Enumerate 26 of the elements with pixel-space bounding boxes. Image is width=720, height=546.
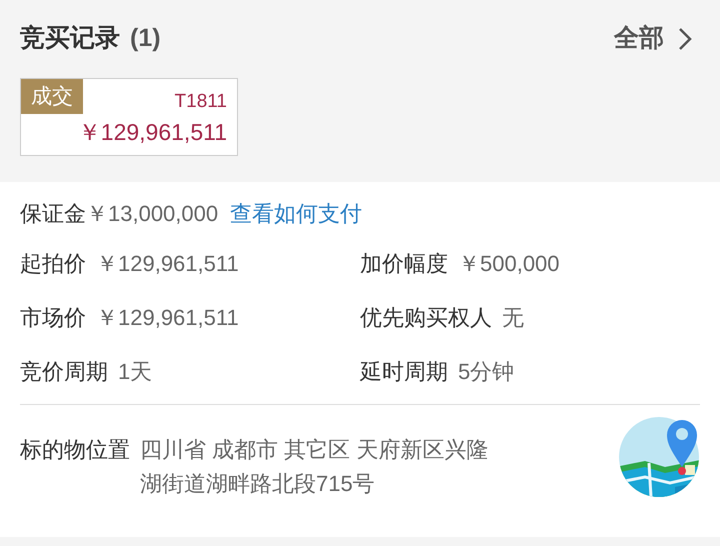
field-value: ￥13,000,000 — [86, 200, 218, 228]
section-title: 竞买记录 — [20, 23, 120, 54]
address-text: 湖街道湖畔路北段715号 — [140, 470, 376, 498]
status-badge: 成交 — [21, 78, 83, 114]
field-label: 加价幅度 — [360, 250, 448, 278]
field-value: ￥500,000 — [458, 250, 560, 278]
field-label: 标的物位置 — [20, 436, 130, 464]
record-code: T1811 — [174, 90, 227, 114]
field-label: 延时周期 — [360, 358, 448, 386]
chevron-right-icon — [678, 26, 692, 51]
field-label: 起拍价 — [20, 250, 86, 278]
field-label: 保证金 — [20, 200, 86, 228]
all-link[interactable]: 全部 — [614, 20, 700, 58]
field-value: ￥129,961,511 — [96, 304, 239, 332]
field-label: 市场价 — [20, 304, 86, 332]
field-value: 无 — [502, 304, 524, 332]
field-value: ￥129,961,511 — [96, 250, 239, 278]
record-count: (1) — [130, 23, 161, 54]
field-label: 竞价周期 — [20, 358, 108, 386]
payment-link[interactable]: 查看如何支付 — [230, 196, 362, 230]
record-price: ￥129,961,511 — [76, 119, 227, 147]
record-card[interactable]: 成交 T1811 ￥129,961,511 — [20, 78, 238, 156]
address-text: 四川省 成都市 其它区 天府新区兴隆 — [140, 436, 490, 464]
field-value: 1天 — [118, 358, 152, 386]
field-label: 优先购买权人 — [360, 304, 492, 332]
field-value: 5分钟 — [458, 358, 514, 386]
